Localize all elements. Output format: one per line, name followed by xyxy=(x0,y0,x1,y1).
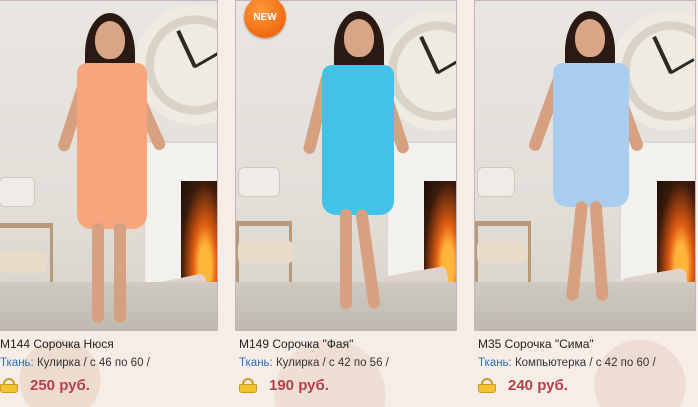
price-row: 190 руб. xyxy=(239,375,329,395)
fabric-label: Ткань: xyxy=(478,357,512,369)
model-leg xyxy=(92,223,104,323)
basket-icon[interactable] xyxy=(239,377,257,393)
model-leg xyxy=(114,223,126,323)
pillow-decoration xyxy=(0,177,35,207)
dress xyxy=(553,63,629,207)
model-head xyxy=(344,19,374,57)
product-card[interactable]: М149 Сорочка "Фая" Ткань: Кулирка / с 42… xyxy=(235,0,457,407)
pillow-decoration xyxy=(238,167,280,197)
price-row: 250 руб. xyxy=(0,375,90,395)
product-price: 190 руб. xyxy=(269,376,329,394)
model-head xyxy=(95,21,125,59)
product-price: 240 руб. xyxy=(508,376,568,394)
pillow-decoration xyxy=(0,251,47,273)
pillow-decoration xyxy=(477,167,515,197)
fabric-value: Кулирка / с 42 по 56 / xyxy=(272,357,389,369)
product-title[interactable]: М35 Сорочка "Сима" xyxy=(478,337,594,351)
product-photo[interactable] xyxy=(235,0,457,331)
product-photo[interactable] xyxy=(0,0,218,331)
product-title[interactable]: М144 Сорочка Нюся xyxy=(0,337,114,351)
pillow-decoration xyxy=(477,241,527,263)
model-head xyxy=(575,19,605,57)
price-row: 240 руб. xyxy=(478,375,568,395)
basket-icon[interactable] xyxy=(478,377,496,393)
fabric-value: Компьютерка / с 42 по 60 / xyxy=(511,357,656,369)
product-price: 250 руб. xyxy=(30,376,90,394)
model-leg xyxy=(340,209,352,309)
product-photo[interactable] xyxy=(474,0,696,331)
fabric-value: Кулирка / с 46 по 60 / xyxy=(33,357,150,369)
product-fabric: Ткань: Компьютерка / с 42 по 60 / xyxy=(478,357,656,369)
product-fabric: Ткань: Кулирка / с 42 по 56 / xyxy=(239,357,389,369)
product-card[interactable]: М35 Сорочка "Сима" Ткань: Компьютерка / … xyxy=(474,0,696,407)
product-card[interactable]: М144 Сорочка Нюся Ткань: Кулирка / с 46 … xyxy=(0,0,218,407)
product-fabric: Ткань: Кулирка / с 46 по 60 / xyxy=(0,357,150,369)
fabric-label: Ткань: xyxy=(239,357,273,369)
fabric-label: Ткань: xyxy=(0,357,34,369)
basket-icon[interactable] xyxy=(0,377,18,393)
product-title[interactable]: М149 Сорочка "Фая" xyxy=(239,337,353,351)
dress xyxy=(322,65,394,215)
dress xyxy=(77,63,147,229)
pillow-decoration xyxy=(238,241,294,263)
